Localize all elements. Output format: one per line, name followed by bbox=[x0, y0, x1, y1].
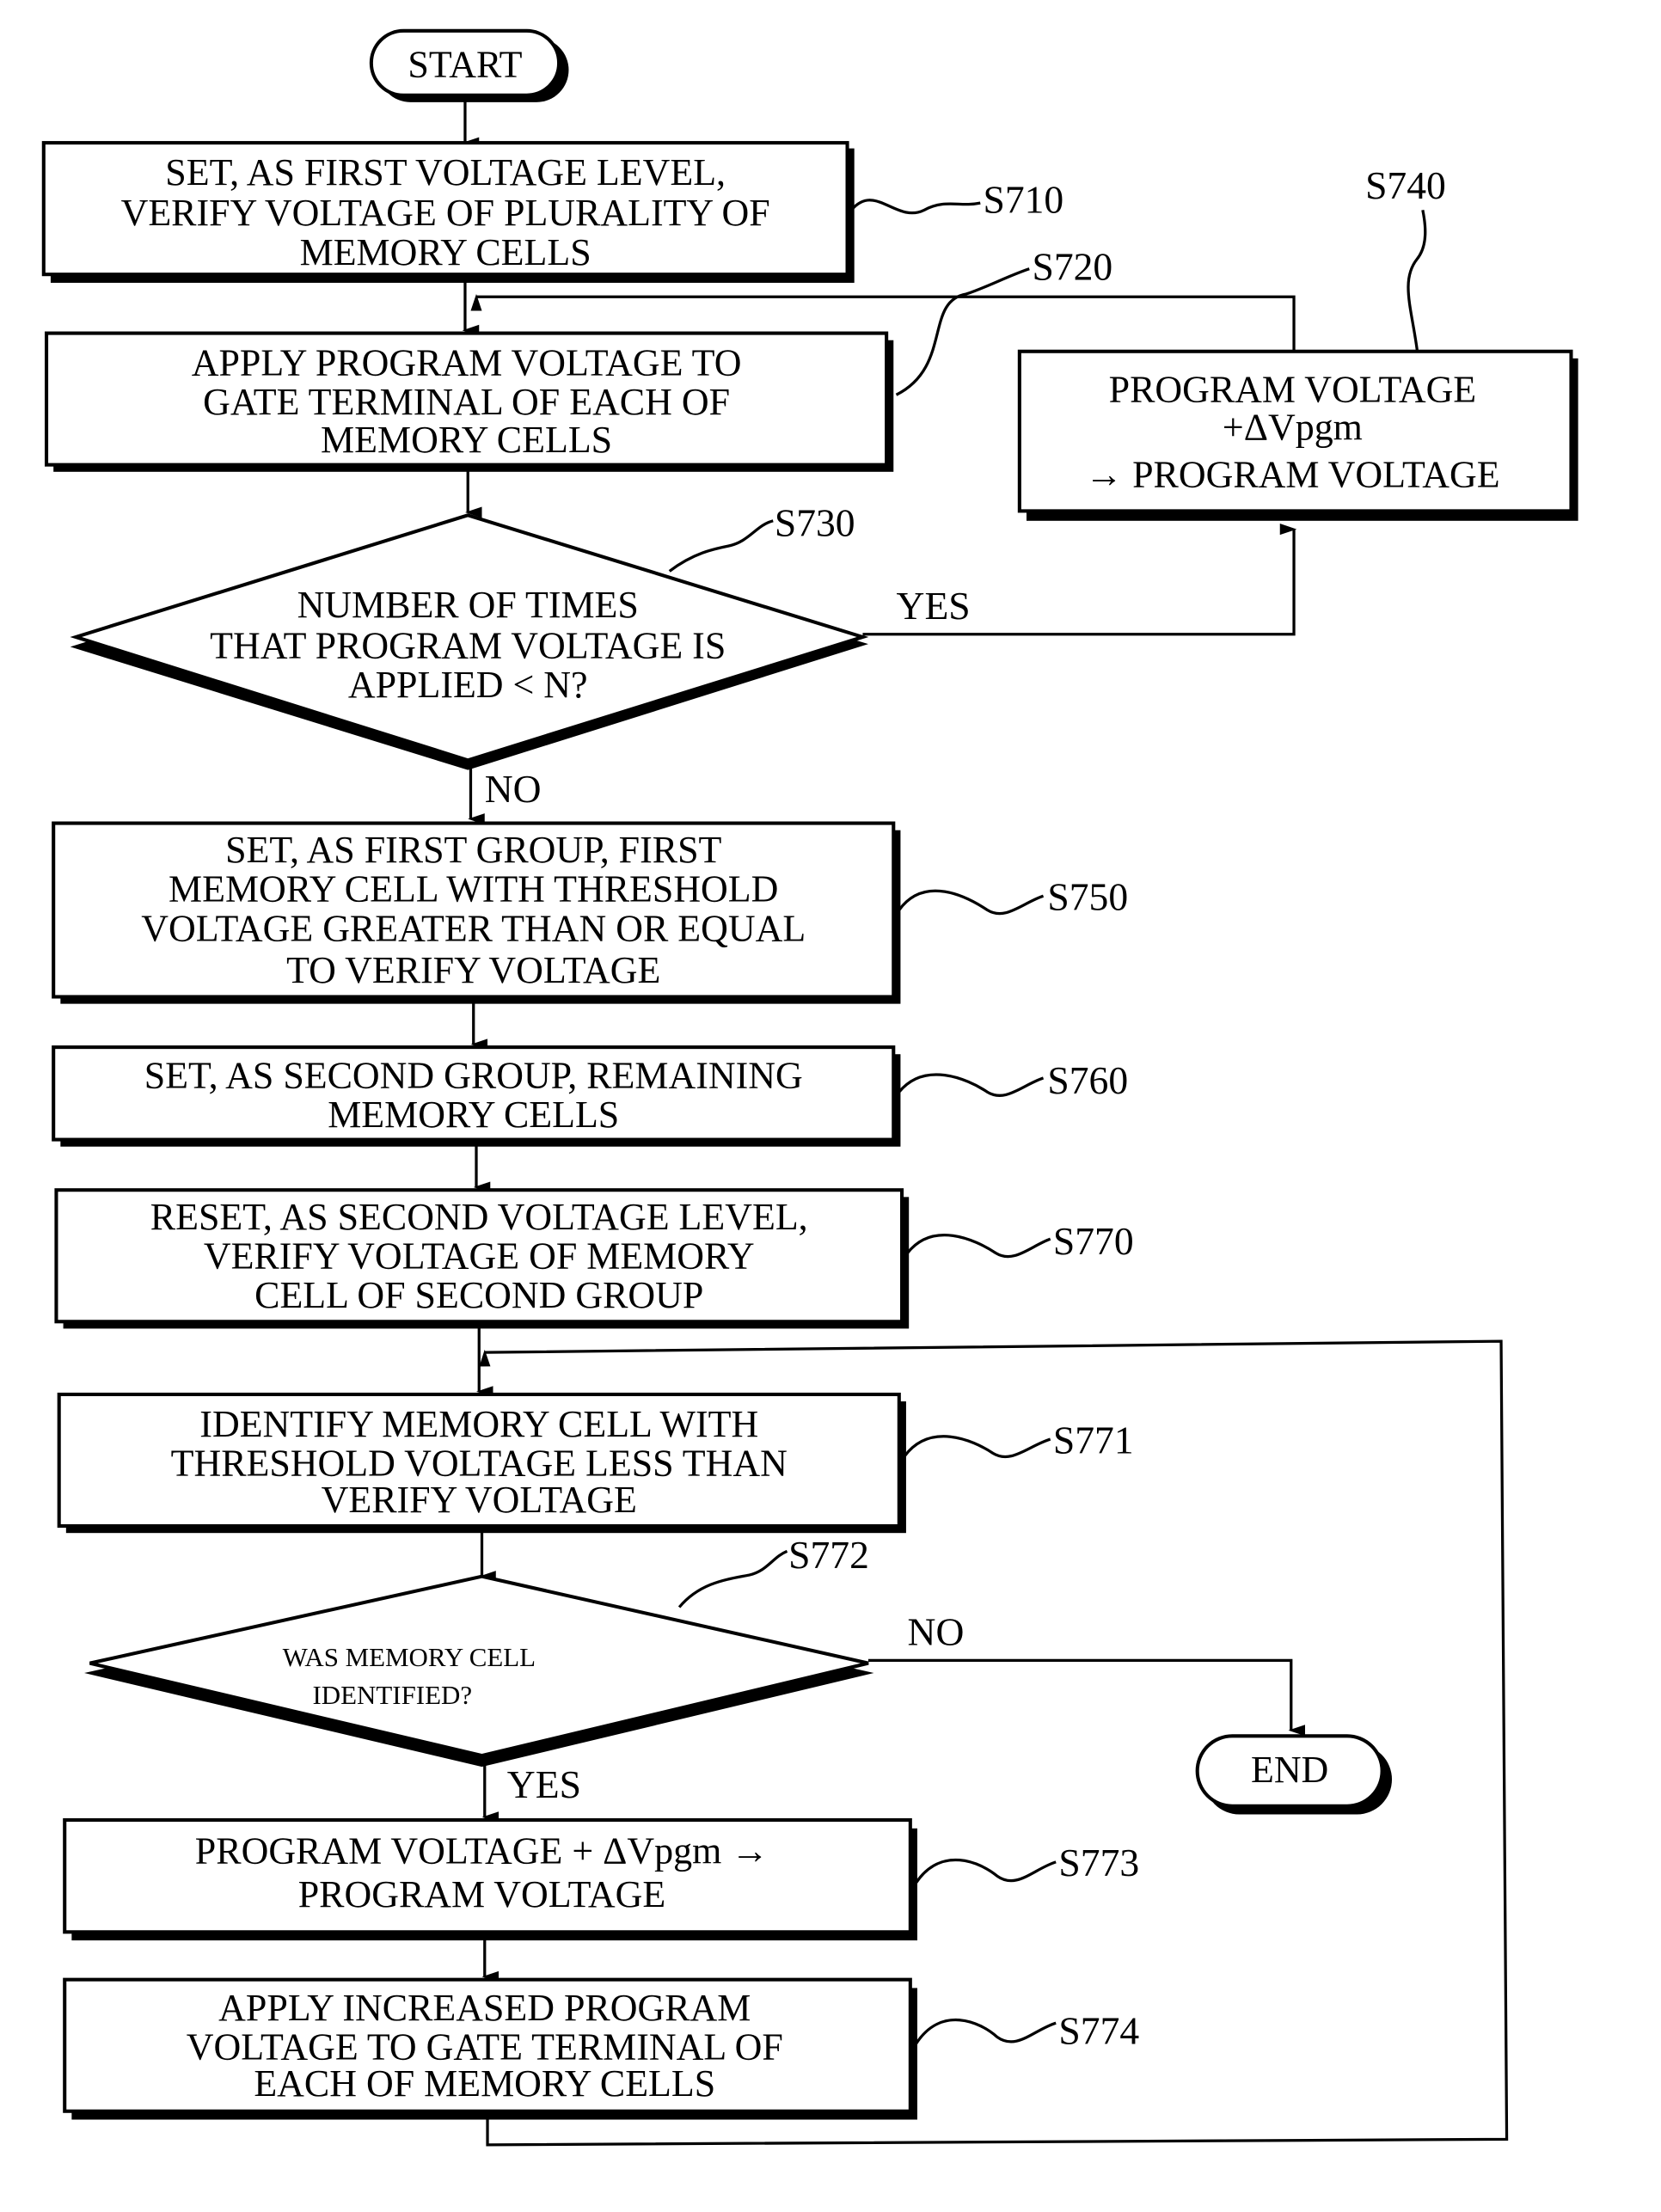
end-terminal: END bbox=[1195, 1734, 1393, 1815]
s730-line-1: NUMBER OF TIMES bbox=[297, 584, 639, 626]
start-terminal: START bbox=[369, 28, 569, 102]
step-s774: APPLY INCREASED PROGRAM VOLTAGE TO GATE … bbox=[63, 1977, 917, 2120]
s750-line-3: VOLTAGE GREATER THAN OR EQUAL bbox=[141, 907, 806, 949]
step-s720: APPLY PROGRAM VOLTAGE TO GATE TERMINAL O… bbox=[45, 331, 894, 472]
s710-line-2: VERIFY VOLTAGE OF PLURALITY OF bbox=[121, 192, 770, 234]
s772-line-2: IDENTIFIED? bbox=[312, 1680, 472, 1710]
s760-leader bbox=[898, 1073, 1045, 1097]
step-s740: PROGRAM VOLTAGE +ΔVpgm → PROGRAM VOLTAGE bbox=[1017, 349, 1578, 521]
s740-line-3: → PROGRAM VOLTAGE bbox=[1085, 454, 1499, 496]
step-s760: SET, AS SECOND GROUP, REMAINING MEMORY C… bbox=[52, 1045, 901, 1147]
s760-line-1: SET, AS SECOND GROUP, REMAINING bbox=[144, 1054, 803, 1096]
s720-line-1: APPLY PROGRAM VOLTAGE TO bbox=[192, 341, 742, 383]
s720-line-2: GATE TERMINAL OF EACH OF bbox=[203, 381, 730, 423]
s771-leader bbox=[904, 1435, 1051, 1459]
s730-line-2: THAT PROGRAM VOLTAGE IS bbox=[210, 624, 726, 666]
end-label: END bbox=[1251, 1749, 1328, 1791]
s774-line-1: APPLY INCREASED PROGRAM bbox=[218, 1987, 751, 2029]
step-s771: IDENTIFY MEMORY CELL WITH THRESHOLD VOLT… bbox=[57, 1392, 906, 1534]
s772-yes-label: YES bbox=[507, 1762, 581, 1806]
s750-line-2: MEMORY CELL WITH THRESHOLD bbox=[169, 868, 778, 910]
s774-id: S774 bbox=[1058, 2009, 1139, 2053]
s770-line-1: RESET, AS SECOND VOLTAGE LEVEL, bbox=[150, 1196, 808, 1238]
arrow-s772-no-end bbox=[867, 1658, 1306, 1737]
s740-line-1: PROGRAM VOLTAGE bbox=[1109, 368, 1477, 410]
s710-line-1: SET, AS FIRST VOLTAGE LEVEL, bbox=[165, 151, 726, 193]
s770-line-3: CELL OF SECOND GROUP bbox=[254, 1274, 703, 1316]
s730-no-label: NO bbox=[485, 767, 542, 811]
s772-id: S772 bbox=[788, 1533, 869, 1577]
s760-id: S760 bbox=[1047, 1058, 1128, 1102]
s710-id: S710 bbox=[984, 178, 1064, 222]
s720-leader bbox=[895, 267, 1030, 396]
s750-line-4: TO VERIFY VOLTAGE bbox=[286, 949, 660, 991]
s773-line-1: PROGRAM VOLTAGE + ΔVpgm → bbox=[195, 1830, 769, 1872]
s710-leader bbox=[850, 199, 981, 215]
s772-leader bbox=[677, 1549, 788, 1608]
s772-no-label: NO bbox=[908, 1609, 965, 1653]
s770-leader bbox=[906, 1233, 1051, 1259]
s774-line-3: EACH OF MEMORY CELLS bbox=[254, 2062, 715, 2105]
s771-line-3: VERIFY VOLTAGE bbox=[322, 1479, 637, 1521]
s773-line-2: PROGRAM VOLTAGE bbox=[298, 1873, 666, 1915]
s730-line-3: APPLIED < N? bbox=[348, 664, 588, 706]
s750-id: S750 bbox=[1047, 875, 1128, 919]
s730-id: S730 bbox=[775, 501, 855, 545]
s740-leader bbox=[1407, 209, 1427, 351]
s772-line-1: WAS MEMORY CELL bbox=[283, 1642, 536, 1672]
s773-id: S773 bbox=[1058, 1841, 1139, 1884]
s771-line-1: IDENTIFY MEMORY CELL WITH bbox=[199, 1403, 758, 1445]
s750-line-1: SET, AS FIRST GROUP, FIRST bbox=[225, 829, 721, 871]
s771-id: S771 bbox=[1053, 1418, 1134, 1461]
decision-s772: WAS MEMORY CELL IDENTIFIED? bbox=[84, 1574, 874, 1768]
s740-line-2: +ΔVpgm bbox=[1223, 406, 1363, 448]
flowchart: START SET, AS FIRST VOLTAGE LEVEL, VERIF… bbox=[41, 28, 1578, 2147]
step-s773: PROGRAM VOLTAGE + ΔVpgm → PROGRAM VOLTAG… bbox=[63, 1817, 917, 1941]
s730-yes-label: YES bbox=[897, 584, 971, 628]
s773-leader bbox=[914, 1858, 1057, 1884]
s720-line-3: MEMORY CELLS bbox=[321, 419, 612, 461]
s730-leader bbox=[668, 519, 774, 573]
step-s710: SET, AS FIRST VOLTAGE LEVEL, VERIFY VOLT… bbox=[41, 141, 855, 283]
s750-leader bbox=[898, 889, 1045, 916]
s774-leader bbox=[914, 2019, 1057, 2045]
step-s750: SET, AS FIRST GROUP, FIRST MEMORY CELL W… bbox=[52, 821, 901, 1004]
step-s770: RESET, AS SECOND VOLTAGE LEVEL, VERIFY V… bbox=[54, 1188, 910, 1329]
decision-s730: NUMBER OF TIMES THAT PROGRAM VOLTAGE IS … bbox=[70, 513, 869, 770]
start-label: START bbox=[408, 44, 522, 86]
s720-id: S720 bbox=[1033, 245, 1113, 289]
s770-id: S770 bbox=[1053, 1219, 1134, 1263]
s740-id: S740 bbox=[1365, 163, 1446, 207]
s760-line-2: MEMORY CELLS bbox=[328, 1094, 619, 1136]
s710-line-3: MEMORY CELLS bbox=[300, 231, 591, 273]
s770-line-2: VERIFY VOLTAGE OF MEMORY bbox=[204, 1235, 755, 1277]
